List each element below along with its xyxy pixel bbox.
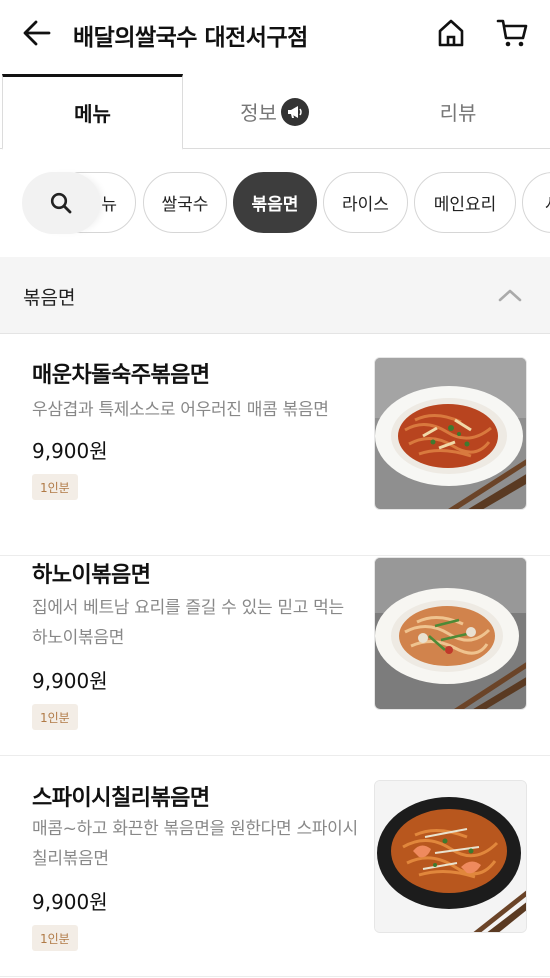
megaphone-icon bbox=[280, 97, 309, 126]
cart-icon bbox=[496, 19, 528, 47]
menu-item-name: 하노이볶음면 bbox=[32, 563, 151, 588]
menu-item[interactable]: 하노이볶음면 집에서 베트남 요리를 즐길 수 있는 믿고 먹는 하노이볶음면 … bbox=[0, 535, 550, 756]
category-chip-label: 사 bbox=[545, 190, 550, 215]
menu-item-description: 우삼겹과 특제소스로 어우러진 매콤 볶음면 bbox=[32, 400, 329, 420]
category-chip-label: 뉴 bbox=[101, 195, 117, 215]
menu-item-price: 9,900원 bbox=[32, 669, 108, 693]
menu-item-description: 매콤~하고 화끈한 볶음면을 원한다면 스파이시 칠리볶음면 bbox=[32, 819, 358, 869]
menu-item-price: 9,900원 bbox=[32, 890, 108, 914]
store-tabs: 메뉴 정보 리뷰 bbox=[0, 74, 550, 150]
chili-shrimp-noodle-photo bbox=[374, 780, 527, 933]
category-chip-label: 볶음면 bbox=[251, 195, 299, 215]
section-title: 볶음면 bbox=[23, 287, 76, 309]
section-header[interactable]: 볶음면 bbox=[0, 257, 550, 334]
home-button[interactable] bbox=[433, 15, 469, 51]
tab-menu-label: 메뉴 bbox=[74, 102, 111, 126]
tab-review-label: 리뷰 bbox=[439, 101, 477, 125]
chevron-up-icon bbox=[498, 289, 522, 302]
back-button[interactable] bbox=[20, 16, 54, 50]
category-chip[interactable]: 사 bbox=[522, 172, 550, 233]
menu-item-name: 스파이시칠리볶음면 bbox=[32, 786, 210, 811]
category-chip-label: 쌀국수 bbox=[161, 195, 209, 215]
category-chip-rice[interactable]: 라이스 bbox=[323, 172, 408, 233]
cart-button[interactable] bbox=[494, 15, 530, 51]
store-title: 배달의쌀국수 대전서구점 bbox=[73, 25, 308, 51]
tab-review[interactable]: 리뷰 bbox=[366, 74, 550, 149]
category-chip-bokkeummyeon[interactable]: 볶음면 bbox=[233, 172, 317, 233]
top-app-bar: 배달의쌀국수 대전서구점 bbox=[0, 0, 550, 66]
search-icon bbox=[50, 192, 72, 214]
serving-badge: 1인분 bbox=[32, 474, 78, 500]
serving-badge: 1인분 bbox=[32, 925, 78, 951]
serving-badge: 1인분 bbox=[32, 704, 78, 730]
category-chip-label: 메인요리 bbox=[433, 195, 497, 215]
tab-menu[interactable]: 메뉴 bbox=[2, 74, 183, 150]
tab-info[interactable]: 정보 bbox=[183, 74, 366, 149]
category-chip-label: 라이스 bbox=[342, 195, 389, 215]
category-chip-ssalguksu[interactable]: 쌀국수 bbox=[143, 172, 227, 233]
menu-item-price: 9,900원 bbox=[32, 439, 108, 463]
menu-item[interactable]: 매운차돌숙주볶음면 우삼겹과 특제소스로 어우러진 매콤 볶음면 9,900원 … bbox=[0, 335, 550, 556]
menu-item[interactable]: 스파이시칠리볶음면 매콤~하고 화끈한 볶음면을 원한다면 스파이시 칠리볶음면… bbox=[0, 756, 550, 977]
menu-item-description: 집에서 베트남 요리를 즐길 수 있는 믿고 먹는 하노이볶음면 bbox=[32, 598, 344, 648]
arrow-left-icon bbox=[23, 20, 51, 46]
home-icon bbox=[438, 19, 464, 47]
menu-item-name: 매운차돌숙주볶음면 bbox=[32, 363, 210, 388]
tab-info-label: 정보 bbox=[240, 101, 277, 125]
spicy-beef-noodle-photo bbox=[374, 357, 527, 510]
category-chip-main-dish[interactable]: 메인요리 bbox=[414, 172, 516, 233]
menu-search-button[interactable] bbox=[22, 172, 100, 234]
hanoi-noodle-photo bbox=[374, 557, 527, 710]
